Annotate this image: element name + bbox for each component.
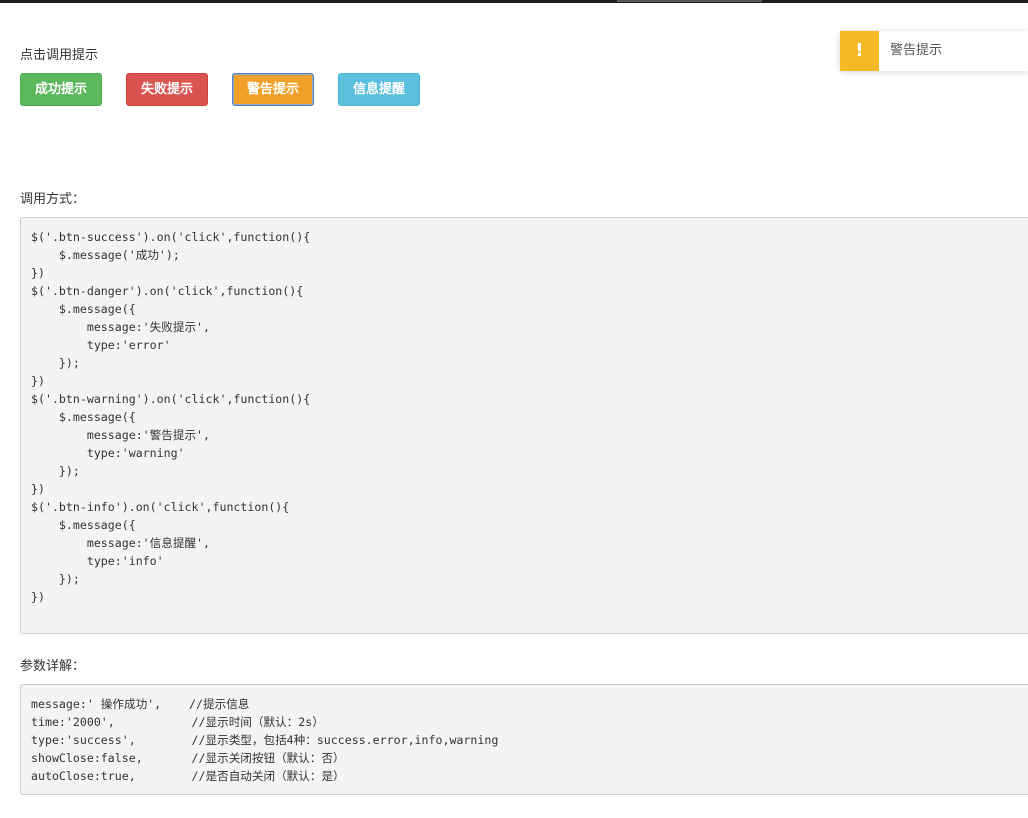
usage-code-line: $.message('成功'); xyxy=(31,248,180,262)
warning-toast: ! 警告提示 xyxy=(840,31,1028,71)
params-code-line: message:' 操作成功', //提示信息 xyxy=(31,697,250,711)
usage-code-line: message:'信息提醒', xyxy=(31,536,210,550)
usage-code-line: }); xyxy=(31,572,80,586)
active-tab-indicator xyxy=(617,0,762,2)
params-code-block: message:' 操作成功', //提示信息 time:'2000', //显示… xyxy=(20,684,1028,795)
usage-code-line: type:'error' xyxy=(31,338,171,352)
usage-code-line: }) xyxy=(31,482,45,496)
usage-code-block: $('.btn-success').on('click',function(){… xyxy=(20,217,1028,634)
usage-label: 调用方式： xyxy=(20,192,86,207)
params-code-line: type:'success', //显示类型，包括4种：success.erro… xyxy=(31,733,499,747)
usage-code-line: }) xyxy=(31,266,45,280)
params-code-line: time:'2000', //显示时间（默认：2s） xyxy=(31,715,324,729)
usage-code-line: $('.btn-info').on('click',function(){ xyxy=(31,500,290,514)
params-code-line: autoClose:true, //是否自动关闭（默认：是） xyxy=(31,769,345,783)
usage-code-line: $.message({ xyxy=(31,518,136,532)
usage-code-line: type:'info' xyxy=(31,554,164,568)
usage-code-line: message:'失败提示', xyxy=(31,320,210,334)
params-label: 参数详解： xyxy=(20,659,86,674)
usage-code-line: $('.btn-warning').on('click',function(){ xyxy=(31,392,311,406)
usage-code-line: $.message({ xyxy=(31,410,136,424)
usage-code-line: $.message({ xyxy=(31,302,136,316)
usage-code-line: $('.btn-success').on('click',function(){ xyxy=(31,230,311,244)
usage-code-line: }); xyxy=(31,464,80,478)
usage-code-line: $('.btn-danger').on('click',function(){ xyxy=(31,284,304,298)
usage-code-line: }); xyxy=(31,356,80,370)
demo-label: 点击调用提示 xyxy=(20,48,99,63)
info-button[interactable]: 信息提醒 xyxy=(338,73,420,106)
usage-code-line: message:'警告提示', xyxy=(31,428,210,442)
usage-code-line: type:'warning' xyxy=(31,446,185,460)
toast-message: 警告提示 xyxy=(890,43,943,58)
params-code-line: showClose:false, //显示关闭按钮（默认：否） xyxy=(31,751,345,765)
exclamation-icon: ! xyxy=(840,31,879,71)
usage-code-line: }) xyxy=(31,590,45,604)
success-button[interactable]: 成功提示 xyxy=(20,73,102,106)
danger-button[interactable]: 失败提示 xyxy=(126,73,208,106)
usage-code-line: }) xyxy=(31,374,45,388)
window-top-bar xyxy=(0,0,1028,3)
warning-button[interactable]: 警告提示 xyxy=(232,73,314,106)
